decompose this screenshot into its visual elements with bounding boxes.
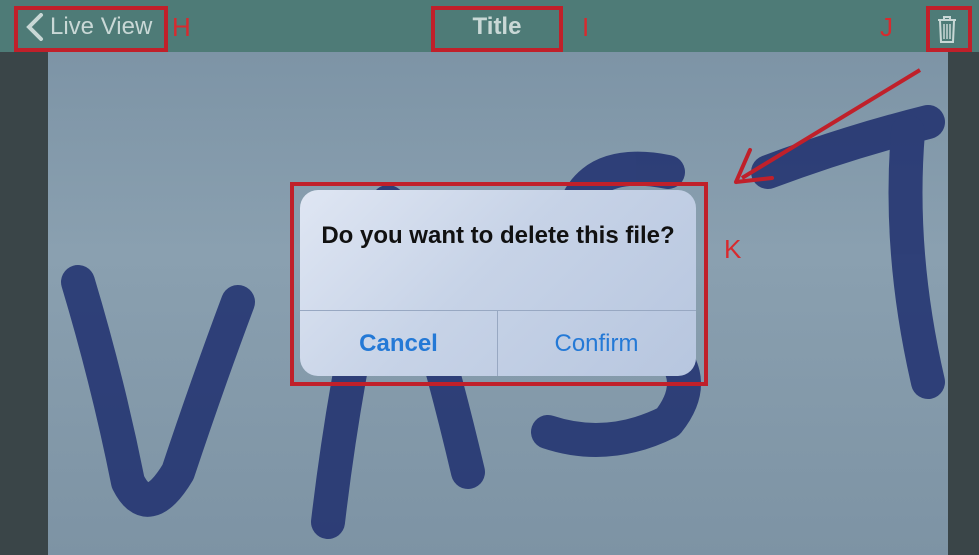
annotation-box-i <box>431 6 563 52</box>
annotation-box-j <box>926 6 972 52</box>
annotation-arrow <box>734 68 922 184</box>
left-margin <box>0 52 48 555</box>
right-margin <box>948 52 979 555</box>
annotation-label-j: J <box>880 12 893 42</box>
annotation-box-h <box>14 6 168 52</box>
annotation-label-h: H <box>172 12 191 42</box>
annotation-label-i: I <box>582 12 590 42</box>
annotation-box-k <box>290 182 708 386</box>
annotation-label-k: K <box>724 234 742 264</box>
